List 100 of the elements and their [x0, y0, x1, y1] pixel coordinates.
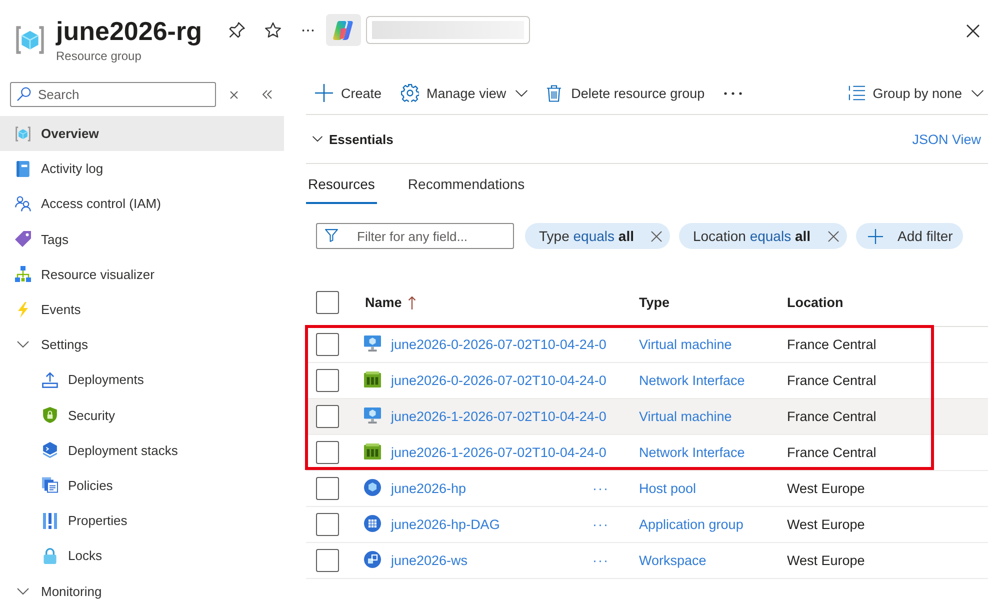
essentials-toggle[interactable]: Essentials	[312, 132, 394, 146]
tag-icon	[15, 231, 31, 248]
resource-link[interactable]: june2026-ws	[391, 553, 468, 568]
trash-icon	[547, 84, 562, 102]
select-all-checkbox[interactable]	[316, 291, 339, 314]
double-chevron-icon[interactable]	[262, 90, 272, 99]
row-checkbox[interactable]	[316, 549, 339, 572]
upload-icon	[42, 372, 58, 388]
filter-pill[interactable]: Type equals all	[525, 223, 670, 249]
search-icon	[17, 87, 31, 101]
star-icon[interactable]	[264, 22, 281, 38]
grid-disc-icon	[364, 515, 381, 532]
resource-group-icon	[15, 126, 31, 142]
location-text: West Europe	[787, 517, 865, 532]
resource-link[interactable]: june2026-0-2026-07-02T10-04-24-0	[391, 373, 606, 388]
location-text: France Central	[787, 337, 876, 352]
add-filter-button[interactable]: Add filter	[856, 223, 963, 249]
more-actions-button[interactable]: ···	[592, 481, 609, 496]
more-icon[interactable]	[302, 28, 314, 32]
location-text: West Europe	[787, 481, 865, 496]
blurred-field[interactable]	[366, 16, 530, 44]
circuit-board-icon	[364, 371, 381, 388]
people-icon	[15, 196, 31, 212]
row-checkbox[interactable]	[316, 441, 339, 464]
logo-button[interactable]	[326, 14, 361, 46]
row-checkbox[interactable]	[316, 405, 339, 428]
resource-link[interactable]: june2026-1-2026-07-02T10-04-24-0	[391, 445, 606, 460]
lightning-icon	[15, 302, 31, 318]
list-icon	[848, 85, 865, 101]
nav-group[interactable]: Settings	[0, 327, 284, 362]
nav-item[interactable]: Properties	[0, 503, 284, 538]
json-view-link[interactable]: JSON View	[912, 132, 981, 146]
nav-item[interactable]: Security	[0, 398, 284, 433]
table-row[interactable]: june2026-0-2026-07-02T10-04-24-0 Virtual machine France Central	[306, 327, 988, 363]
bars-icon	[42, 512, 58, 529]
funnel-icon	[325, 229, 338, 242]
resource-type-link[interactable]: Network Interface	[639, 373, 745, 388]
squares-disc-icon	[364, 551, 381, 568]
more-actions-button[interactable]: ···	[592, 517, 609, 532]
nav-item[interactable]: Tags	[0, 222, 284, 257]
close-icon[interactable]	[966, 24, 980, 38]
column-header[interactable]: Name	[365, 295, 416, 310]
nav-item[interactable]: Resource visualizer	[0, 256, 284, 292]
monitor-icon	[364, 407, 381, 424]
resource-type-link[interactable]: Virtual machine	[639, 337, 732, 352]
group-by-dropdown[interactable]: Group by none	[848, 78, 984, 108]
toolbar-button[interactable]: Manage view	[400, 78, 528, 108]
resource-link[interactable]: june2026-hp-DAG	[391, 517, 500, 532]
row-checkbox[interactable]	[316, 513, 339, 536]
column-header[interactable]: Type	[639, 295, 670, 310]
close-icon[interactable]	[230, 90, 238, 98]
nav-item[interactable]: Activity log	[0, 151, 284, 186]
book-icon	[15, 160, 31, 177]
circuit-board-icon	[364, 443, 381, 460]
tab[interactable]: Resources	[306, 164, 377, 204]
tab[interactable]: Recommendations	[406, 164, 527, 204]
table-row[interactable]: june2026-ws ··· Workspace West Europe	[306, 543, 988, 579]
table-row[interactable]: june2026-hp-DAG ··· Application group West Europe	[306, 507, 988, 543]
nav-item[interactable]: Overview	[0, 116, 284, 152]
resource-link[interactable]: june2026-0-2026-07-02T10-04-24-0	[391, 337, 606, 352]
nav-group[interactable]: Monitoring	[0, 573, 284, 603]
toolbar-button[interactable]: Create	[315, 78, 382, 108]
nav-item[interactable]: Deployment stacks	[0, 432, 284, 468]
location-text: West Europe	[787, 553, 865, 568]
row-checkbox[interactable]	[316, 477, 339, 500]
more-actions-button[interactable]: ···	[592, 553, 609, 568]
hierarchy-icon	[15, 266, 31, 282]
nav-item[interactable]: Deployments	[0, 362, 284, 398]
nav-item[interactable]: Policies	[0, 468, 284, 504]
table-row[interactable]: june2026-1-2026-07-02T10-04-24-0 Virtual machine France Central	[306, 399, 988, 435]
search-field[interactable]: Search	[10, 82, 216, 107]
location-text: France Central	[787, 373, 876, 388]
pin-icon[interactable]	[228, 22, 245, 38]
column-header[interactable]: Location	[787, 295, 844, 310]
resource-link[interactable]: june2026-hp	[391, 481, 466, 496]
toolbar-button[interactable]: Delete resource group	[547, 78, 705, 108]
row-checkbox[interactable]	[316, 369, 339, 392]
plus-icon	[315, 84, 333, 102]
table-row[interactable]: june2026-1-2026-07-02T10-04-24-0 Network Interface France Central	[306, 435, 988, 471]
resource-link[interactable]: june2026-1-2026-07-02T10-04-24-0	[391, 409, 606, 424]
row-checkbox[interactable]	[316, 333, 339, 356]
resource-group-icon	[15, 25, 45, 55]
resource-type-link[interactable]: Workspace	[639, 553, 706, 568]
monitor-icon	[364, 335, 381, 352]
resource-type-link[interactable]: Virtual machine	[639, 409, 732, 424]
nav-item[interactable]: Locks	[0, 538, 284, 574]
location-text: France Central	[787, 445, 876, 460]
filter-field[interactable]: Filter for any field...	[316, 223, 514, 249]
nav-item[interactable]: Access control (IAM)	[0, 186, 284, 222]
location-text: France Central	[787, 409, 876, 424]
filter-pill[interactable]: Location equals all	[678, 223, 847, 249]
resource-type-link[interactable]: Application group	[639, 517, 744, 532]
resource-type-link[interactable]: Host pool	[639, 481, 696, 496]
page-title: june2026-rg	[56, 15, 202, 48]
resource-type-link[interactable]: Network Interface	[639, 445, 745, 460]
more-icon[interactable]	[724, 92, 742, 94]
nav-item[interactable]: Events	[0, 292, 284, 328]
table-row[interactable]: june2026-hp ··· Host pool West Europe	[306, 471, 988, 507]
caret-icon	[312, 136, 323, 142]
gear-icon	[400, 84, 419, 102]
